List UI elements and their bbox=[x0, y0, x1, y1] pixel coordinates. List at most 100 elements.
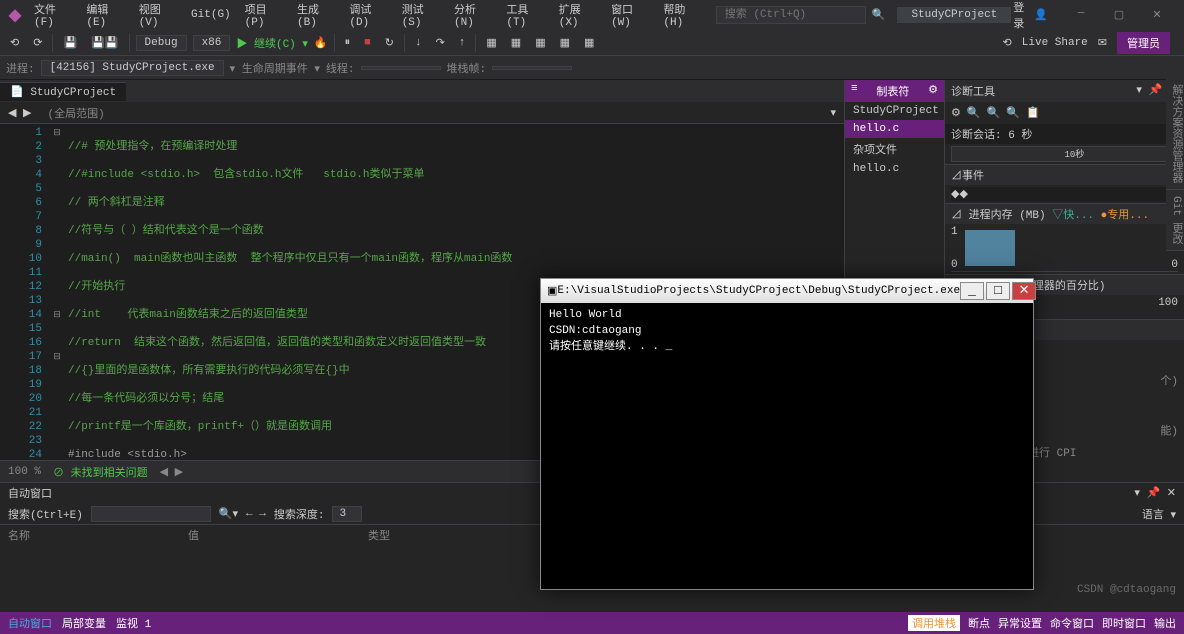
menu-debug[interactable]: 调试(D) bbox=[343, 0, 393, 31]
copy-icon[interactable]: 📋 bbox=[1026, 106, 1040, 120]
tb-icon[interactable]: ▦ bbox=[556, 35, 574, 51]
saveall-icon[interactable]: 💾💾 bbox=[87, 35, 122, 51]
project-name[interactable]: StudyCProject bbox=[897, 7, 1011, 23]
nav-arrows[interactable]: ◀ ▶ bbox=[160, 465, 184, 479]
tb-icon[interactable]: ▦ bbox=[507, 35, 525, 51]
menu-extensions[interactable]: 扩展(X) bbox=[553, 0, 603, 31]
menu-tools[interactable]: 工具(T) bbox=[500, 0, 550, 31]
window-maximize-icon[interactable]: ▢ bbox=[1104, 8, 1134, 22]
tb-icon[interactable]: ▦ bbox=[531, 35, 549, 51]
sb-exceptions[interactable]: 异常设置 bbox=[998, 615, 1042, 631]
console-close-icon[interactable]: ✕ bbox=[1012, 282, 1036, 300]
stack-select[interactable] bbox=[492, 66, 572, 70]
console-window[interactable]: ▣ E:\VisualStudioProjects\StudyCProject\… bbox=[540, 278, 1034, 590]
menu-edit[interactable]: 编辑(E) bbox=[80, 0, 130, 31]
menu-project[interactable]: 项目(P) bbox=[239, 0, 289, 31]
tb-icon[interactable]: ▦ bbox=[580, 35, 598, 51]
menu-view[interactable]: 视图(V) bbox=[133, 0, 183, 31]
tabs-file[interactable]: hello.c bbox=[845, 160, 944, 178]
config-select[interactable]: Debug bbox=[136, 35, 187, 51]
panel-controls[interactable]: ▾ 📌 ✕ bbox=[1134, 486, 1176, 500]
tabs-proj[interactable]: StudyCProject bbox=[845, 102, 944, 120]
gear-icon[interactable]: ⚙ bbox=[951, 106, 961, 120]
pause-icon[interactable]: ⏸ bbox=[341, 36, 355, 50]
menu-test[interactable]: 测试(S) bbox=[396, 0, 446, 31]
events-track: ◆◆ bbox=[951, 187, 1178, 201]
code-nav-bar: ◀ ▶ (全局范围) ▾ bbox=[0, 102, 844, 124]
nav-left-icon[interactable]: ◀ ▶ bbox=[8, 106, 32, 120]
auto-search-input[interactable] bbox=[91, 506, 211, 522]
sb-output[interactable]: 输出 bbox=[1154, 615, 1176, 631]
search-icon[interactable]: 🔍 bbox=[872, 8, 886, 22]
stop-icon[interactable]: ■ bbox=[360, 36, 375, 50]
menu-git[interactable]: Git(G) bbox=[185, 7, 237, 23]
title-bar: ◆ 文件(F) 编辑(E) 视图(V) Git(G) 项目(P) 生成(B) 调… bbox=[0, 0, 1184, 30]
thread-select[interactable] bbox=[361, 66, 441, 70]
restart-icon[interactable]: ↻ bbox=[381, 35, 398, 51]
window-close-icon[interactable]: ✕ bbox=[1142, 8, 1172, 22]
nav-dropdown-icon[interactable]: ▾ bbox=[830, 106, 836, 120]
liveshare-icon[interactable]: ⟲ bbox=[1003, 36, 1012, 50]
tabs-active-file[interactable]: hello.c bbox=[845, 120, 944, 138]
lifecycle-select[interactable]: ▾ 生命周期事件 ▾ bbox=[230, 60, 320, 76]
process-select[interactable]: [42156] StudyCProject.exe bbox=[41, 60, 224, 76]
global-search-input[interactable] bbox=[716, 6, 866, 24]
save-icon[interactable]: 💾 bbox=[59, 35, 81, 51]
col-name[interactable]: 名称 bbox=[8, 527, 188, 543]
window-minimize-icon[interactable]: ─ bbox=[1066, 8, 1096, 22]
auto-window-tab[interactable]: 自动窗口 bbox=[8, 485, 52, 501]
menu-build[interactable]: 生成(B) bbox=[291, 0, 341, 31]
sb-auto[interactable]: 自动窗口 bbox=[8, 615, 52, 631]
editor-tab[interactable]: 📄 StudyCProject bbox=[0, 82, 126, 101]
zoom-in-icon[interactable]: 🔍 bbox=[967, 106, 981, 120]
sb-immediate[interactable]: 即时窗口 bbox=[1102, 615, 1146, 631]
menu-window[interactable]: 窗口(W) bbox=[605, 0, 655, 31]
watermark: CSDN @cdtaogang bbox=[1077, 584, 1176, 596]
login-link[interactable]: 登录 bbox=[1013, 0, 1024, 31]
sb-breakpoints[interactable]: 断点 bbox=[968, 615, 990, 631]
console-minimize-icon[interactable]: _ bbox=[960, 282, 984, 300]
memory-section[interactable]: ⊿ 进程内存 (MB) ▽快... ●专用... bbox=[945, 203, 1184, 224]
step-into-icon[interactable]: ↓ bbox=[411, 36, 426, 50]
continue-button[interactable]: ▶ 继续(C) ▾ bbox=[236, 35, 308, 51]
tb-icon[interactable]: ▦ bbox=[482, 35, 500, 51]
sb-locals[interactable]: 局部变量 bbox=[62, 615, 106, 631]
step-out-icon[interactable]: ↑ bbox=[455, 36, 470, 50]
col-type[interactable]: 类型 bbox=[368, 527, 548, 543]
reset-icon[interactable]: 🔍 bbox=[1006, 106, 1020, 120]
right-side-tabs: 解决方案资源管理器 Git 更改 bbox=[1166, 78, 1184, 251]
zoom-level[interactable]: 100 % bbox=[8, 466, 41, 478]
no-issues-icon[interactable]: ⊘ 未找到相关问题 bbox=[53, 464, 148, 480]
scope-select[interactable]: (全局范围) bbox=[40, 104, 113, 122]
console-icon: ▣ bbox=[547, 284, 557, 298]
status-bar: 自动窗口 局部变量 监视 1 调用堆栈 断点 异常设置 命令窗口 即时窗口 输出 bbox=[0, 612, 1184, 634]
sb-watch[interactable]: 监视 1 bbox=[116, 615, 151, 631]
depth-input[interactable]: 3 bbox=[332, 506, 362, 522]
zoom-out-icon[interactable]: 🔍 bbox=[987, 106, 1001, 120]
fold-gutter[interactable]: ⊟⊟⊟ bbox=[50, 124, 64, 460]
forward-icon[interactable]: ⟳ bbox=[29, 35, 46, 51]
sb-cmdwin[interactable]: 命令窗口 bbox=[1050, 615, 1094, 631]
solution-explorer-tab[interactable]: 解决方案资源管理器 bbox=[1166, 78, 1184, 190]
timeline-ruler[interactable]: 10秒 bbox=[951, 146, 1178, 162]
liveshare-button[interactable]: Live Share bbox=[1022, 37, 1088, 49]
menu-analyze[interactable]: 分析(N) bbox=[448, 0, 498, 31]
console-maximize-icon[interactable]: □ bbox=[986, 282, 1010, 300]
console-titlebar[interactable]: ▣ E:\VisualStudioProjects\StudyCProject\… bbox=[541, 279, 1033, 303]
sb-callstack[interactable]: 调用堆栈 bbox=[908, 615, 960, 631]
platform-select[interactable]: x86 bbox=[193, 35, 231, 51]
menu-help[interactable]: 帮助(H) bbox=[657, 0, 707, 31]
nav-icons[interactable]: ← → bbox=[246, 508, 266, 520]
menu-file[interactable]: 文件(F) bbox=[28, 0, 78, 31]
step-over-icon[interactable]: ↷ bbox=[432, 35, 449, 51]
diag-session: 诊断会话: 6 秒 bbox=[945, 124, 1184, 144]
gear-icon[interactable]: ⚙ bbox=[928, 83, 938, 99]
search-icon[interactable]: 🔍▾ bbox=[219, 507, 238, 521]
col-value[interactable]: 值 bbox=[188, 527, 368, 543]
hot-reload-icon[interactable]: 🔥 bbox=[314, 36, 328, 50]
git-changes-tab[interactable]: Git 更改 bbox=[1166, 190, 1184, 251]
back-icon[interactable]: ⟲ bbox=[6, 35, 23, 51]
feedback-icon[interactable]: ✉ bbox=[1098, 36, 1107, 50]
events-section[interactable]: ⊿事件 bbox=[945, 164, 1184, 185]
user-icon[interactable]: 👤 bbox=[1034, 8, 1048, 22]
